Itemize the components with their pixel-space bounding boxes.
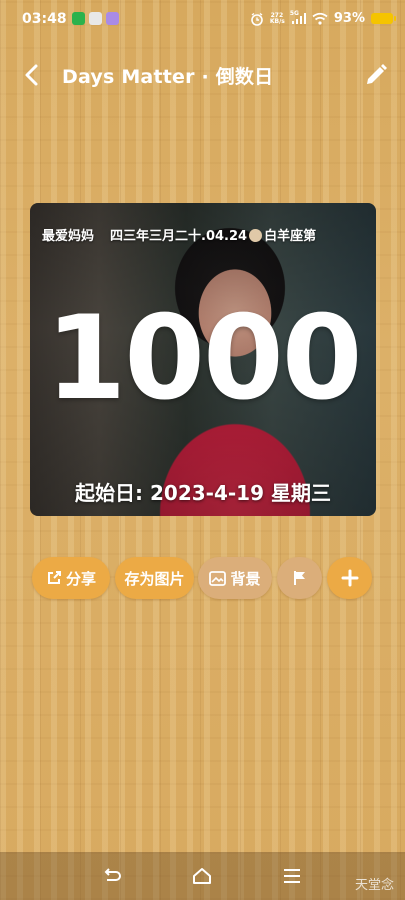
zodiac-label: 白羊座第 xyxy=(264,229,317,244)
battery-icon xyxy=(371,13,396,24)
back-button[interactable] xyxy=(18,60,48,90)
card-header: 最爱妈妈 四三年三月二十.04.24 白羊座第 xyxy=(42,225,372,244)
status-right: 272 KB/s 5G 93% xyxy=(250,10,396,26)
battery-percent: 93% xyxy=(333,11,365,26)
days-count: 1000 xyxy=(45,291,363,426)
alarm-icon xyxy=(251,12,263,26)
wechat-icon xyxy=(72,12,85,25)
watermark: 天堂念 xyxy=(354,878,394,893)
lunar-date: 四三年三月二十.04.24 xyxy=(110,229,248,244)
plus-icon xyxy=(341,569,358,587)
wifi-icon xyxy=(312,12,328,25)
zodiac-icon xyxy=(249,229,263,242)
background-label: 背景 xyxy=(230,569,261,588)
page-title: Days Matter · 倒数日 xyxy=(62,66,274,88)
signal-icon: 5G xyxy=(290,10,306,25)
flag-button[interactable] xyxy=(277,557,322,599)
save-image-button[interactable]: 存为图片 xyxy=(115,557,194,599)
edit-button[interactable] xyxy=(361,60,391,90)
background-button[interactable]: 背景 xyxy=(198,557,272,599)
share-button[interactable]: 分享 xyxy=(32,557,110,599)
event-name: 最爱妈妈 xyxy=(42,229,95,244)
flag-icon xyxy=(293,571,305,585)
image-icon xyxy=(209,570,227,586)
app-icon xyxy=(106,12,119,25)
action-bar: 分享 存为图片 背景 xyxy=(0,557,405,601)
pencil-icon xyxy=(367,64,387,84)
share-icon xyxy=(47,571,61,584)
menu-nav-icon[interactable] xyxy=(281,866,303,886)
system-nav-bar: 天堂念 xyxy=(0,852,405,900)
share-label: 分享 xyxy=(65,569,96,588)
back-nav-icon[interactable] xyxy=(101,866,123,886)
chevron-left-icon xyxy=(25,64,38,86)
notification-icons xyxy=(72,12,119,25)
countdown-card[interactable]: 最爱妈妈 四三年三月二十.04.24 白羊座第 1000 起始日: 2023-4-1… xyxy=(30,203,376,516)
browser-icon xyxy=(89,12,102,25)
save-image-label: 存为图片 xyxy=(124,569,185,588)
net-speed: 272 KB/s xyxy=(269,11,285,25)
add-button[interactable] xyxy=(327,557,372,599)
start-date: 起始日: 2023-4-19 星期三 xyxy=(75,481,331,505)
home-nav-icon[interactable] xyxy=(191,866,213,886)
app-header: Days Matter · 倒数日 xyxy=(0,56,405,96)
status-time: 03:48 xyxy=(22,11,67,27)
status-bar: 03:48 272 KB/s 5G 93% xyxy=(0,0,405,40)
